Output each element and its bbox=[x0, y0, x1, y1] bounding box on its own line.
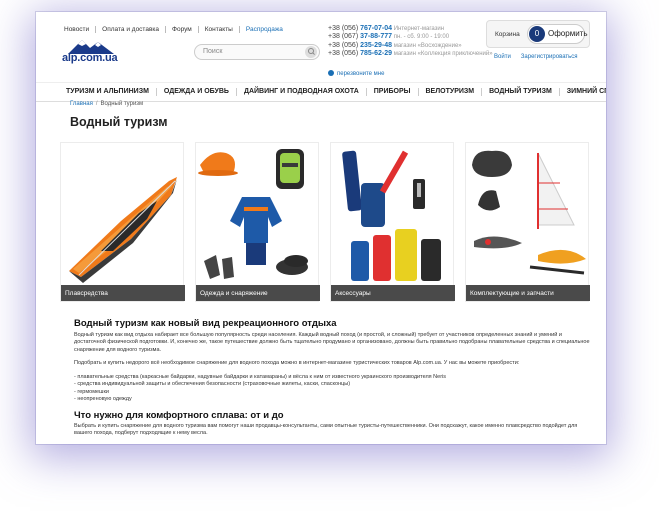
category-card-clothing[interactable]: Одежда и снаряжение bbox=[195, 142, 320, 302]
article: Водный туризм как новый вид рекреационно… bbox=[74, 318, 594, 438]
phone-row: +38 (056) 767-07-04 Интернет-магазин bbox=[328, 25, 445, 32]
menu-item-devices[interactable]: ПРИБОРЫ bbox=[367, 88, 419, 96]
menu-item-winter[interactable]: ЗИМНИЙ СПОРТ bbox=[560, 88, 606, 96]
auth-links: Войти Зарегистрироваться bbox=[494, 54, 578, 60]
search-placeholder: Поиск bbox=[203, 48, 223, 55]
phone-icon bbox=[328, 70, 334, 76]
phone-list: +38 (056) 767-07-04 Интернет-магазин +38… bbox=[328, 25, 493, 58]
login-link[interactable]: Войти bbox=[494, 54, 511, 60]
top-link-news[interactable]: Новости bbox=[64, 26, 97, 33]
kayak-image bbox=[69, 177, 177, 283]
list-item: - гермомешки bbox=[74, 388, 109, 395]
parts-image bbox=[472, 150, 586, 275]
article-paragraph: Выбрать и купить снаряжение для водного … bbox=[74, 423, 578, 437]
article-paragraph: Подобрать и купить недорого всё необходи… bbox=[74, 360, 520, 367]
category-card-parts[interactable]: Комплектующие и запчасти bbox=[465, 142, 590, 302]
search-icon[interactable] bbox=[305, 46, 317, 58]
top-links: Новости Оплата и доставка Форум Контакты… bbox=[64, 26, 289, 33]
list-item: - неопреновую одежду bbox=[74, 396, 132, 403]
phone-row: +38 (056) 785-62-29 магазин «Коллекция п… bbox=[328, 49, 493, 57]
top-link-payment[interactable]: Оплата и доставка bbox=[96, 26, 167, 33]
category-menu: ТУРИЗМ И АЛЬПИНИЗМ ОДЕЖДА И ОБУВЬ ДАЙВИН… bbox=[36, 82, 606, 102]
logo-text: alp.com.ua bbox=[62, 52, 118, 64]
category-card-accessories[interactable]: Аксессуары bbox=[330, 142, 455, 302]
article-heading: Водный туризм как новый вид рекреационно… bbox=[74, 318, 337, 329]
category-card-label: Одежда и снаряжение bbox=[196, 285, 320, 301]
article-paragraph: Водный туризм как вид отдыха набирает вс… bbox=[74, 332, 590, 353]
breadcrumb: Главная / Водный туризм bbox=[70, 101, 144, 107]
top-link-contacts[interactable]: Контакты bbox=[199, 26, 240, 33]
cart-widget: Корзина 0 Оформить bbox=[486, 20, 590, 48]
breadcrumb-home[interactable]: Главная bbox=[70, 101, 93, 107]
phone-number[interactable]: 767-07-04 bbox=[360, 25, 392, 32]
menu-item-water[interactable]: ВОДНЫЙ ТУРИЗМ bbox=[482, 88, 560, 96]
phone-number[interactable]: 235-29-48 bbox=[360, 42, 392, 49]
category-card-label: Плавсредства bbox=[61, 285, 185, 301]
register-link[interactable]: Зарегистрироваться bbox=[521, 54, 578, 60]
phone-number[interactable]: 785-62-29 bbox=[360, 50, 392, 57]
gear-image bbox=[198, 149, 308, 279]
breadcrumb-current: Водный туризм bbox=[100, 101, 144, 107]
phone-number[interactable]: 37-88-777 bbox=[360, 33, 392, 40]
checkout-button[interactable]: 0 Оформить bbox=[527, 24, 588, 44]
checkout-label: Оформить bbox=[548, 29, 588, 38]
menu-item-cycling[interactable]: ВЕЛОТУРИЗМ bbox=[419, 88, 483, 96]
cart-count-badge: 0 bbox=[529, 26, 545, 42]
article-list: - плавательные средства (каркасные байда… bbox=[74, 374, 594, 404]
list-item: - средства индивидуальной защиты и обесп… bbox=[74, 381, 351, 388]
menu-item-clothing[interactable]: ОДЕЖДА И ОБУВЬ bbox=[157, 88, 237, 96]
callback-link[interactable]: перезвоните мне bbox=[328, 70, 384, 77]
bags-image bbox=[342, 150, 441, 281]
top-link-sale[interactable]: Распродажа bbox=[240, 26, 289, 33]
cart-label[interactable]: Корзина bbox=[495, 31, 520, 38]
search-input[interactable]: Поиск bbox=[194, 44, 320, 60]
browser-page: Новости Оплата и доставка Форум Контакты… bbox=[36, 12, 606, 444]
category-card-boats[interactable]: Плавсредства bbox=[60, 142, 185, 302]
site-logo[interactable]: alp.com.ua bbox=[62, 38, 122, 66]
top-link-forum[interactable]: Форум bbox=[166, 26, 199, 33]
phone-row: +38 (056) 235-29-48 магазин «Восхождение… bbox=[328, 41, 462, 49]
menu-item-diving[interactable]: ДАЙВИНГ И ПОДВОДНАЯ ОХОТА bbox=[237, 88, 367, 96]
category-grid: Плавсредства Одежда и снаряжение Аксессу… bbox=[60, 142, 590, 302]
page-title: Водный туризм bbox=[70, 115, 168, 129]
article-subheading: Что нужно для комфортного сплава: от и д… bbox=[74, 410, 284, 421]
category-card-label: Аксессуары bbox=[331, 285, 455, 301]
menu-item-tourism[interactable]: ТУРИЗМ И АЛЬПИНИЗМ bbox=[60, 88, 157, 96]
category-card-label: Комплектующие и запчасти bbox=[466, 285, 590, 301]
phone-row: +38 (067) 37-88-777 пн. - сб. 9:00 - 19:… bbox=[328, 33, 450, 41]
